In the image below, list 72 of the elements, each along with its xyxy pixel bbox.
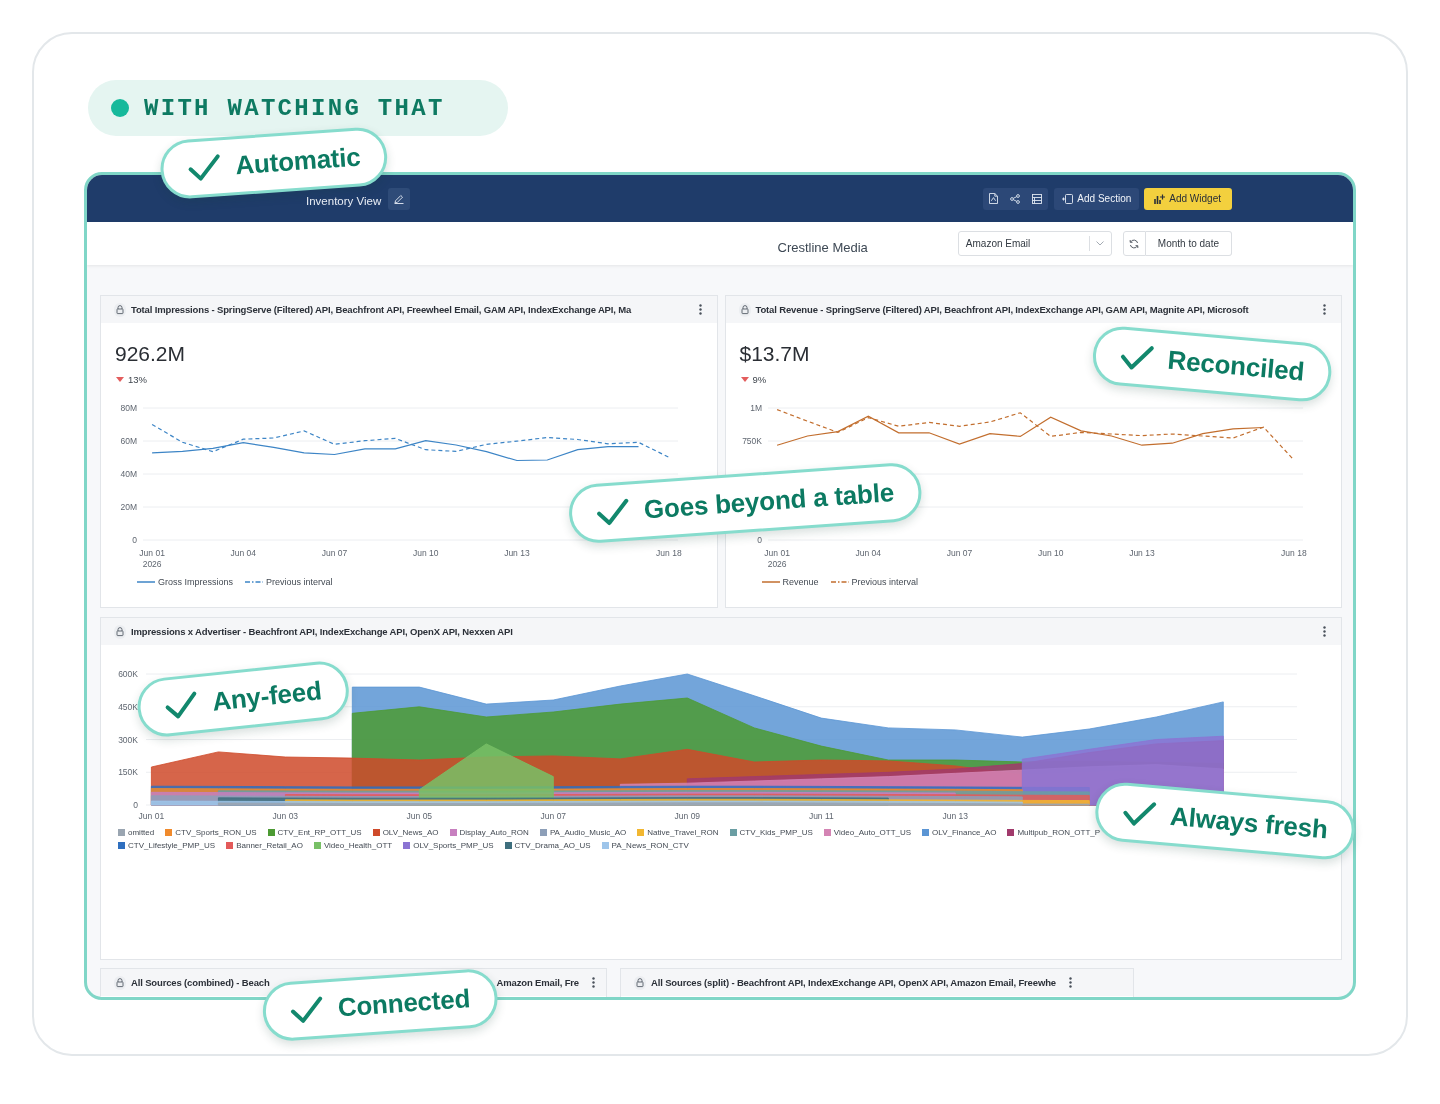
axis-tick-label: Jun 04	[855, 548, 881, 558]
axis-tick-label: Jun 10	[412, 548, 439, 558]
kpi-value: $13.7M	[738, 341, 810, 367]
axis-tick-label: 600K	[118, 669, 138, 679]
legend-label: Previous interval	[851, 577, 919, 587]
axis-tick-label: Jun 04	[230, 548, 257, 558]
widget-title: All Sources (split) - Beachfront API, IndexExchange API, OpenX API, Amazon Email, Freewhe	[651, 977, 1056, 988]
axis-tick-label: Jun 07	[540, 811, 567, 821]
axis-tick-label: 0	[133, 800, 138, 810]
axis-tick-label: 60M	[120, 436, 137, 446]
kpi-change: 13%	[128, 373, 147, 385]
widget-title: Total Impressions - SpringServe (Filtered) API, Beachfront API, Freewheel Email, GAM API, IndexExchange API, Ma	[131, 304, 632, 315]
widget-title: All Sources (combined) - Beach	[131, 977, 270, 988]
legend-label: Display_Auto_RON	[459, 828, 529, 837]
legend-label: CTV_Lifestyle_PMP_US	[128, 841, 216, 850]
legend-label: CTV_Drama_AO_US	[514, 841, 591, 850]
axis-tick-label: Jun 07	[321, 548, 348, 558]
axis-tick-label: 0	[132, 535, 137, 545]
axis-tick-label: 450K	[118, 701, 138, 712]
callout-text: Reconciled	[1166, 344, 1306, 388]
widget-title: Total Revenue - SpringServe (Filtered) API, Beachfront API, IndexExchange API, GAM API, Magnite API, Microsoft	[755, 304, 1249, 315]
axis-tick-label: 40M	[120, 469, 137, 479]
legend-label: Previous interval	[266, 577, 333, 587]
axis-tick-label: Jun 18	[656, 548, 682, 558]
legend-label: Video_Health_OTT	[323, 841, 393, 850]
callout-text: Automatic	[234, 141, 362, 182]
axis-tick-label: 20M	[120, 502, 137, 512]
axis-tick-label: Jun 05	[406, 811, 433, 821]
legend-label: OLV_Finance_AO	[932, 828, 997, 837]
legend-label: Banner_Retail_AO	[236, 841, 303, 850]
axis-tick-label: Jun 09	[674, 811, 701, 821]
dashboard-title: Inventory View	[306, 194, 382, 207]
legend-label: Video_Auto_OTT_US	[833, 828, 912, 837]
legend-label: PA_News_RON_CTV	[611, 841, 689, 850]
axis-tick-label: Jun 01	[138, 811, 165, 821]
axis-tick-label: 750K	[741, 436, 762, 446]
kpi-value: 926.2M	[114, 341, 186, 367]
legend-label: CTV_Sports_RON_US	[175, 828, 257, 837]
legend-label: Native_Travel_RON	[647, 828, 719, 837]
callout-text: Goes beyond a table	[642, 477, 895, 526]
axis-tick-label: Jun 10	[1037, 548, 1063, 558]
axis-tick-label: 80M	[120, 403, 137, 413]
callout-text: Always fresh	[1168, 800, 1329, 846]
label-text: WITH WATCHING THAT	[144, 94, 445, 122]
widget-title: Amazon Email, Fre	[496, 977, 579, 988]
legend-label: PA_Audio_Music_AO	[549, 828, 627, 837]
callout-text: Any-feed	[210, 675, 323, 718]
legend-label: Revenue	[782, 577, 819, 587]
axis-tick-label: Jun 13	[942, 811, 969, 821]
axis-tick-label: Jun 01 2026	[139, 548, 165, 569]
legend-label: Multipub_RON_OTT_P	[1017, 828, 1101, 837]
axis-tick-label: Jun 07	[946, 548, 972, 558]
axis-tick-label: 150K	[118, 767, 138, 778]
callout-text: Connected	[336, 983, 472, 1024]
axis-tick-label: Jun 11	[808, 811, 834, 821]
axis-tick-label: Jun 13	[504, 548, 530, 558]
axis-tick-label: 1M	[749, 403, 762, 413]
legend-label: OLV_Sports_PMP_US	[413, 841, 494, 850]
axis-tick-label: Jun 13	[1128, 548, 1155, 558]
kpi-change: 9%	[752, 373, 767, 385]
axis-tick-label: Jun 18	[1280, 548, 1307, 558]
legend-label: omitted	[128, 828, 155, 837]
axis-tick-label: Jun 03	[272, 811, 299, 821]
widget-title: Impressions x Advertiser - Beachfront API, IndexExchange API, OpenX API, Nexxen API	[131, 626, 513, 637]
legend-label: CTV_Kids_PMP_US	[739, 828, 813, 837]
axis-tick-label: 0	[756, 535, 762, 545]
legend-label: OLV_News_AO	[382, 828, 439, 837]
legend-label: CTV_Ent_RP_OTT_US	[277, 828, 362, 837]
account-name: Crestline Media	[777, 240, 868, 255]
axis-tick-label: 300K	[118, 734, 138, 745]
legend-label: Gross Impressions	[158, 577, 234, 587]
axis-tick-label: Jun 01 2026	[763, 548, 790, 569]
